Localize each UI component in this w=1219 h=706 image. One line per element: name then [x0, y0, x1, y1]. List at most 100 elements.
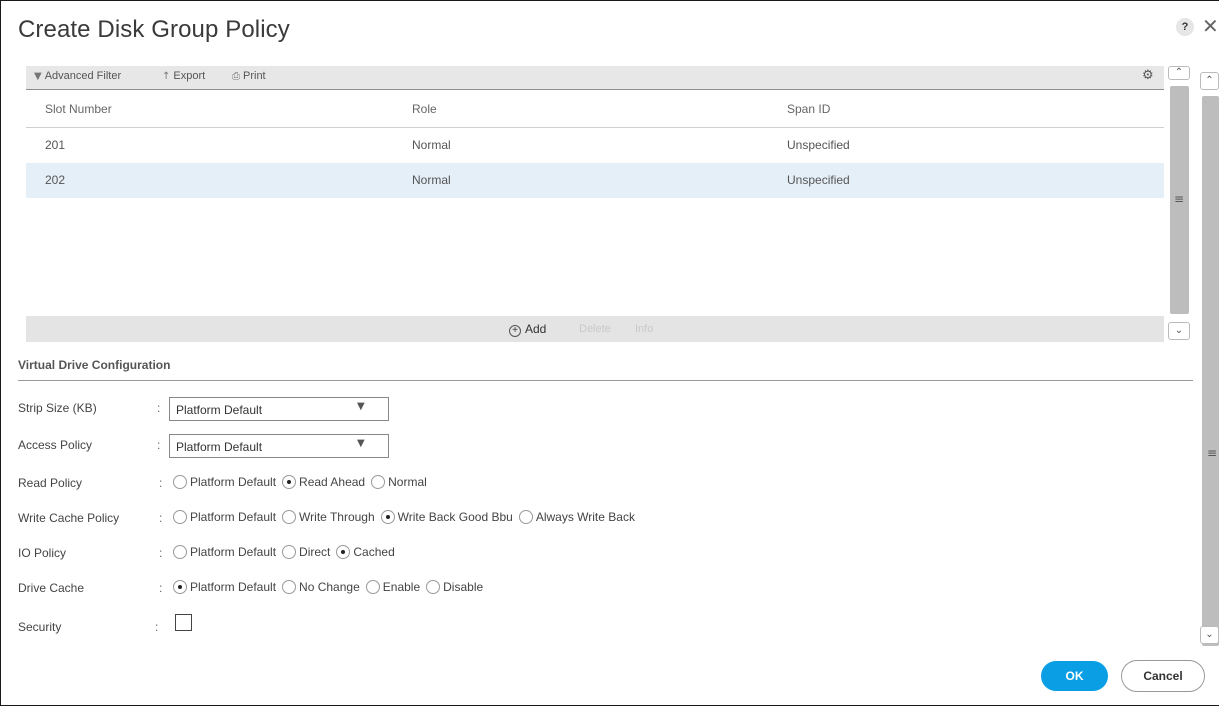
io-policy-row: IO Policy : Platform Default Direct Cach… [18, 542, 1118, 566]
radio-label: Normal [388, 475, 427, 489]
info-button: Info [635, 323, 654, 335]
scroll-up-icon[interactable]: ⌃ [1200, 72, 1219, 90]
slot-table: Slot Number Role Span ID 201 Normal Unsp… [26, 90, 1164, 198]
security-checkbox[interactable] [175, 614, 192, 631]
table-scrollbar[interactable]: ⌃ ≡ ⌄ [1168, 66, 1192, 342]
colon: : [159, 581, 163, 595]
strip-size-row: Strip Size (KB) : Platform Default ▼ [18, 397, 1118, 421]
colon: : [159, 546, 163, 560]
column-header-span-id[interactable]: Span ID [787, 102, 830, 116]
grip-icon: ≡ [1207, 446, 1218, 460]
read-policy-option-platform-default[interactable]: Platform Default [173, 475, 276, 489]
radio-icon[interactable] [173, 580, 187, 594]
delete-button: Delete [579, 323, 611, 335]
radio-icon[interactable] [518, 510, 533, 524]
radio-icon[interactable] [380, 510, 395, 524]
radio-icon[interactable] [282, 545, 297, 559]
security-row: Security : [18, 614, 1118, 640]
radio-icon[interactable] [282, 510, 297, 524]
io-policy-option-platform-default[interactable]: Platform Default [173, 545, 276, 559]
io-policy-option-cached[interactable]: Cached [336, 545, 395, 559]
access-policy-row: Access Policy : Platform Default ▼ [18, 434, 1118, 458]
colon: : [159, 476, 163, 490]
radio-icon[interactable] [282, 580, 297, 594]
column-header-slot-number[interactable]: Slot Number [45, 102, 112, 116]
colon: : [157, 401, 161, 415]
table-toolbar: ▼ Advanced Filter ↑ Export ⎙ Print ⚙ [26, 66, 1164, 90]
ok-button[interactable]: OK [1041, 661, 1108, 691]
print-button[interactable]: ⎙ Print [232, 70, 266, 82]
export-icon: ↑ [162, 71, 171, 82]
divider [18, 380, 1193, 381]
radio-icon[interactable] [371, 475, 386, 489]
export-label: Export [173, 70, 206, 82]
gear-icon[interactable]: ⚙ [1142, 68, 1154, 83]
write-cache-option-write-through[interactable]: Write Through [282, 510, 375, 524]
help-button[interactable]: ? [1176, 18, 1194, 36]
cell-span-id: Unspecified [787, 138, 850, 152]
strip-size-value: Platform Default [176, 403, 263, 417]
radio-label: Platform Default [190, 475, 277, 489]
advanced-filter-button[interactable]: ▼ Advanced Filter [34, 70, 121, 82]
print-icon: ⎙ [232, 71, 240, 82]
radio-icon[interactable] [173, 510, 187, 524]
scroll-up-icon[interactable]: ⌃ [1168, 66, 1190, 80]
add-label: Add [525, 322, 547, 336]
io-policy-option-direct[interactable]: Direct [282, 545, 330, 559]
advanced-filter-label: Advanced Filter [44, 70, 122, 82]
colon: : [157, 438, 161, 452]
table-action-bar: + Add Delete Info [26, 316, 1164, 342]
dialog-scrollbar-thumb[interactable]: ≡ [1202, 96, 1219, 646]
radio-label: Direct [299, 545, 331, 559]
write-cache-policy-label: Write Cache Policy [18, 511, 120, 525]
print-label: Print [243, 70, 266, 82]
strip-size-select[interactable]: Platform Default ▼ [169, 397, 389, 421]
radio-label: No Change [299, 580, 360, 594]
drive-cache-radio-group: Platform Default No Change Enable Disabl… [173, 580, 489, 594]
table-row[interactable]: 201 Normal Unspecified [26, 128, 1164, 163]
radio-icon[interactable] [173, 545, 187, 559]
read-policy-label: Read Policy [18, 476, 83, 490]
radio-icon[interactable] [336, 545, 351, 559]
write-cache-policy-row: Write Cache Policy : Platform Default Wr… [18, 507, 1118, 531]
access-policy-value: Platform Default [176, 440, 263, 454]
filter-icon: ▼ [34, 71, 42, 82]
write-cache-option-platform-default[interactable]: Platform Default [173, 510, 276, 524]
drive-cache-option-no-change[interactable]: No Change [282, 580, 360, 594]
table-row[interactable]: 202 Normal Unspecified [26, 163, 1164, 198]
plus-circle-icon: + [509, 325, 521, 337]
add-button[interactable]: + Add [509, 322, 546, 337]
colon: : [159, 511, 163, 525]
scroll-down-icon[interactable]: ⌄ [1200, 626, 1219, 644]
io-policy-label: IO Policy [18, 546, 67, 560]
write-cache-option-always-write-back[interactable]: Always Write Back [518, 510, 635, 524]
radio-icon[interactable] [173, 475, 187, 489]
access-policy-select[interactable]: Platform Default ▼ [169, 434, 389, 458]
dialog-scrollbar[interactable]: ⌃ ≡ ⌄ [1200, 72, 1219, 652]
radio-label: Enable [382, 580, 421, 594]
radio-icon[interactable] [365, 580, 380, 594]
radio-icon[interactable] [282, 475, 297, 489]
drive-cache-option-enable[interactable]: Enable [365, 580, 421, 594]
table-scrollbar-thumb[interactable]: ≡ [1170, 86, 1189, 314]
radio-label: Read Ahead [299, 475, 366, 489]
drive-cache-option-disable[interactable]: Disable [426, 580, 483, 594]
io-policy-radio-group: Platform Default Direct Cached [173, 545, 401, 559]
scroll-down-icon[interactable]: ⌄ [1168, 322, 1190, 340]
colon: : [155, 620, 159, 634]
read-policy-option-normal[interactable]: Normal [371, 475, 427, 489]
radio-label: Platform Default [190, 580, 277, 594]
close-icon[interactable]: ✕ [1202, 14, 1219, 38]
dialog-title: Create Disk Group Policy [18, 16, 290, 43]
radio-label: Disable [443, 580, 484, 594]
cancel-button[interactable]: Cancel [1121, 660, 1205, 692]
radio-icon[interactable] [426, 580, 441, 594]
read-policy-radio-group: Platform Default Read Ahead Normal [173, 475, 433, 489]
chevron-down-icon: ▼ [357, 401, 365, 412]
read-policy-row: Read Policy : Platform Default Read Ahea… [18, 472, 1118, 496]
drive-cache-option-platform-default[interactable]: Platform Default [173, 580, 276, 594]
write-cache-option-write-back-good-bbu[interactable]: Write Back Good Bbu [380, 510, 513, 524]
read-policy-option-read-ahead[interactable]: Read Ahead [282, 475, 365, 489]
export-button[interactable]: ↑ Export [162, 70, 205, 82]
column-header-role[interactable]: Role [412, 102, 437, 116]
